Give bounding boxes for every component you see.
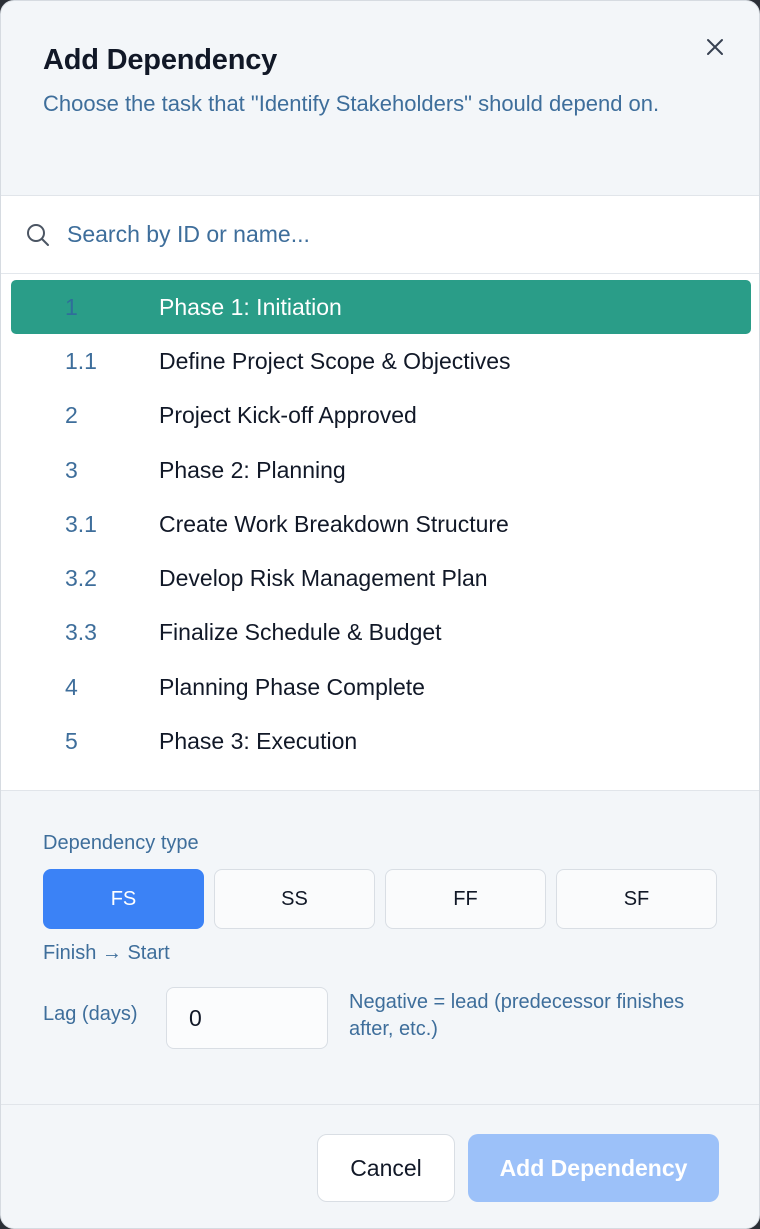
task-list: 1 Phase 1: Initiation 1.1 Define Project Sc… xyxy=(1,280,759,769)
dialog-title: Add Dependency xyxy=(43,44,278,76)
dependency-type-fs-button[interactable]: FS xyxy=(43,869,204,929)
lag-input[interactable] xyxy=(166,987,328,1049)
task-id: 5 xyxy=(65,728,78,755)
dependency-type-group: FS SS FF SF xyxy=(43,869,723,929)
lag-row: Lag (days) Negative = lead (predecessor … xyxy=(43,987,733,1049)
task-id: 3.2 xyxy=(65,565,97,592)
dialog-header: Add Dependency Choose the task that "Ide… xyxy=(1,1,759,195)
task-id: 2 xyxy=(65,402,78,429)
task-row[interactable]: 1.1 Define Project Scope & Objectives xyxy=(11,334,751,388)
task-name: Phase 1: Initiation xyxy=(159,293,342,320)
task-name: Finalize Schedule & Budget xyxy=(159,619,442,646)
dialog-subtitle: Choose the task that "Identify Stakehold… xyxy=(43,91,660,116)
task-picker: 1 Phase 1: Initiation 1.1 Define Project Sc… xyxy=(1,195,759,791)
lag-label: Lag (days) xyxy=(43,1003,138,1025)
task-name: Phase 2: Planning xyxy=(159,456,346,483)
task-row[interactable]: 3.3 Finalize Schedule & Budget xyxy=(11,606,751,660)
task-name: Project Kick-off Approved xyxy=(159,402,417,429)
dialog-footer: Cancel Add Dependency xyxy=(1,1104,759,1228)
task-name: Define Project Scope & Objectives xyxy=(159,347,511,374)
search-bar xyxy=(1,196,759,274)
task-row[interactable]: 3 Phase 2: Planning xyxy=(11,443,751,497)
task-id: 4 xyxy=(65,673,78,700)
task-name: Planning Phase Complete xyxy=(159,673,425,700)
task-name: Develop Risk Management Plan xyxy=(159,565,488,592)
dependency-type-ss-button[interactable]: SS xyxy=(214,869,375,929)
dependency-type-sf-button[interactable]: SF xyxy=(556,869,717,929)
task-id: 3.1 xyxy=(65,510,97,537)
task-row[interactable]: 1 Phase 1: Initiation xyxy=(11,280,751,335)
lag-hint: Negative = lead (predecessor finishes af… xyxy=(349,991,685,1040)
task-row[interactable]: 3.2 Develop Risk Management Plan xyxy=(11,551,751,605)
task-id: 1 xyxy=(65,293,78,320)
dependency-type-description: Finish → Start xyxy=(43,942,170,964)
task-row[interactable]: 4 Planning Phase Complete xyxy=(11,660,751,714)
task-name: Create Work Breakdown Structure xyxy=(159,510,509,537)
dependency-type-section: Dependency type FS SS FF SF Finish → Start xyxy=(43,829,723,967)
task-id: 3.3 xyxy=(65,619,97,646)
dependency-type-ff-button[interactable]: FF xyxy=(385,869,546,929)
task-row[interactable]: 5 Phase 3: Execution xyxy=(11,714,751,768)
cancel-button[interactable]: Cancel xyxy=(317,1134,455,1202)
task-row[interactable]: 3.1 Create Work Breakdown Structure xyxy=(11,497,751,551)
dependency-type-label: Dependency type xyxy=(43,832,199,854)
add-dependency-dialog: Add Dependency Choose the task that "Ide… xyxy=(0,0,760,1229)
search-icon xyxy=(25,222,51,248)
task-name: Phase 3: Execution xyxy=(159,728,358,755)
task-id: 1.1 xyxy=(65,347,97,374)
search-input[interactable] xyxy=(65,220,665,249)
close-icon xyxy=(707,39,723,55)
add-dependency-button[interactable]: Add Dependency xyxy=(468,1134,719,1202)
close-button[interactable] xyxy=(699,31,731,63)
task-id: 3 xyxy=(65,456,78,483)
task-row[interactable]: 2 Project Kick-off Approved xyxy=(11,389,751,443)
